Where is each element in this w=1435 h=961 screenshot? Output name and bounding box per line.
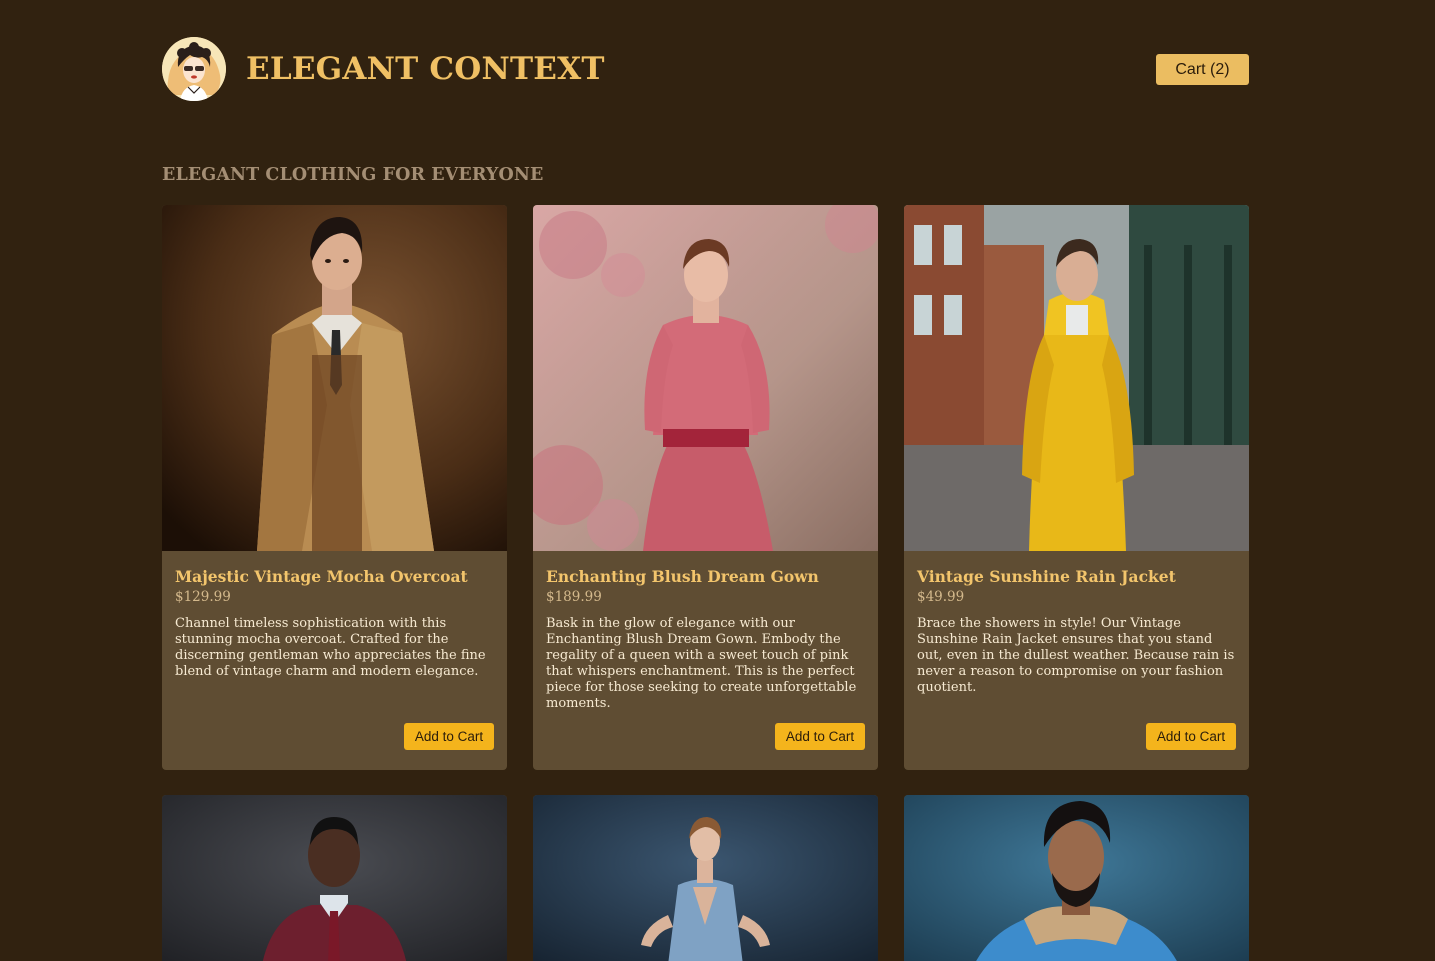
- product-image-burgundy-suit[interactable]: [162, 795, 507, 961]
- product-card: Enchanting Blush Dream Gown $189.99 Bask…: [533, 205, 878, 770]
- product-image-blue-gown[interactable]: [533, 795, 878, 961]
- product-description: Brace the showers in style! Our Vintage …: [917, 616, 1235, 695]
- site-header: ELEGANT CONTEXT Cart (2): [162, 37, 1249, 101]
- product-card: Vintage Sunshine Rain Jacket $49.99 Brac…: [904, 205, 1249, 770]
- vintage-lady-logo-icon[interactable]: [162, 37, 226, 101]
- add-to-cart-button[interactable]: Add to Cart: [775, 723, 865, 750]
- product-image-rain-jacket[interactable]: [904, 205, 1249, 551]
- add-to-cart-button[interactable]: Add to Cart: [404, 723, 494, 750]
- section-title: ELEGANT CLOTHING FOR EVERYONE: [162, 165, 544, 185]
- product-name[interactable]: Vintage Sunshine Rain Jacket: [917, 567, 1176, 586]
- product-name[interactable]: Enchanting Blush Dream Gown: [546, 567, 819, 586]
- product-price: $129.99: [175, 589, 231, 605]
- product-description: Channel timeless sophistication with thi…: [175, 616, 486, 679]
- product-card: [162, 795, 507, 961]
- site-title[interactable]: ELEGANT CONTEXT: [246, 49, 605, 89]
- product-price: $189.99: [546, 589, 602, 605]
- product-image-mocha-overcoat[interactable]: [162, 205, 507, 551]
- product-image-blush-gown[interactable]: [533, 205, 878, 551]
- product-description: Bask in the glow of elegance with our En…: [546, 616, 857, 711]
- cart-button[interactable]: Cart (2): [1156, 54, 1249, 85]
- product-card: Majestic Vintage Mocha Overcoat $129.99 …: [162, 205, 507, 770]
- product-card: [533, 795, 878, 961]
- page: ELEGANT CONTEXT Cart (2) ELEGANT CLOTHIN…: [0, 0, 1435, 961]
- product-card: [904, 795, 1249, 961]
- product-image-denim-jacket[interactable]: [904, 795, 1249, 961]
- product-name[interactable]: Majestic Vintage Mocha Overcoat: [175, 567, 468, 586]
- product-price: $49.99: [917, 589, 965, 605]
- add-to-cart-button[interactable]: Add to Cart: [1146, 723, 1236, 750]
